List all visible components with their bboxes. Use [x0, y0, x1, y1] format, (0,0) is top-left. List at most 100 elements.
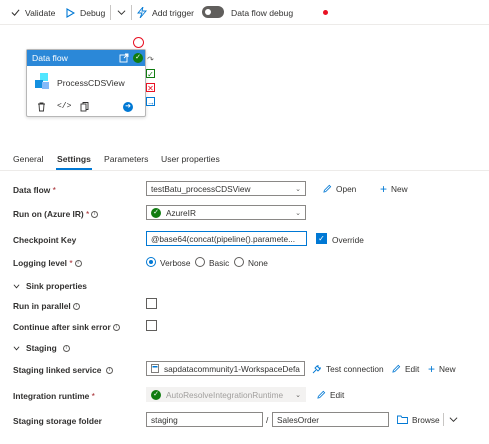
- override-checkbox[interactable]: ✓: [316, 233, 327, 244]
- success-check-icon: ✓: [151, 207, 161, 218]
- run-on-select[interactable]: ✓ AzureIR ⌄: [146, 205, 306, 220]
- info-icon: i: [112, 324, 120, 332]
- arrow-right-icon[interactable]: ➜: [123, 102, 133, 112]
- browse-divider: [443, 413, 444, 426]
- checkpoint-key-label: Checkpoint Key: [13, 235, 77, 245]
- debug-dropdown-button[interactable]: [117, 0, 126, 25]
- staging-toggle[interactable]: Staging i: [13, 343, 70, 353]
- checkmark-icon: [11, 9, 20, 16]
- run-in-parallel-label: Run in parallel i: [13, 301, 80, 311]
- edit-label: Edit: [330, 389, 345, 400]
- validate-label: Validate: [25, 7, 56, 18]
- play-icon: [66, 7, 75, 18]
- active-tab-indicator: [56, 168, 92, 170]
- integration-runtime-select: ✓ AutoResolveIntegrationRuntime ⌄: [146, 387, 306, 402]
- validate-button[interactable]: Validate: [11, 0, 55, 25]
- continue-after-sink-error-checkbox[interactable]: [146, 320, 157, 331]
- test-connection-button[interactable]: Test connection: [312, 361, 384, 376]
- on-failure-icon[interactable]: ✕: [146, 83, 155, 93]
- override-label: Override: [332, 235, 364, 245]
- info-icon: i: [74, 260, 82, 268]
- staging-linked-service-select[interactable]: sapdatacommunity1-WorkspaceDefa: [146, 361, 305, 376]
- staging-label: Staging: [26, 343, 57, 353]
- tab-general[interactable]: General: [13, 154, 44, 164]
- skip-icon[interactable]: ↷: [146, 55, 155, 64]
- sink-properties-toggle[interactable]: Sink properties: [13, 281, 87, 291]
- tab-settings[interactable]: Settings: [57, 154, 91, 164]
- browse-button[interactable]: Browse: [397, 412, 440, 427]
- checkpoint-key-input[interactable]: @base64(concat(pipeline().paramete...: [146, 231, 307, 246]
- chevron-down-icon: [449, 417, 458, 423]
- tab-parameters[interactable]: Parameters: [104, 154, 148, 164]
- run-on-value: AzureIR: [166, 207, 196, 218]
- new-linked-service-button[interactable]: + New: [428, 361, 456, 376]
- chevron-down-icon: ⌄: [295, 186, 301, 193]
- toolbar: Validate Debug Add trigger Data flow deb…: [0, 0, 489, 25]
- data-flow-icon: [35, 73, 49, 89]
- staging-folder-value: SalesOrder: [277, 414, 319, 425]
- data-flow-select[interactable]: testBatu_processCDSView ⌄: [146, 181, 306, 196]
- test-connection-label: Test connection: [326, 363, 384, 374]
- logging-verbose-radio[interactable]: [146, 257, 156, 267]
- continue-after-sink-error-label: Continue after sink error i: [13, 322, 120, 332]
- run-in-parallel-checkbox[interactable]: [146, 298, 157, 309]
- activity-header-label: Data flow: [32, 53, 68, 63]
- edit-linked-service-button[interactable]: Edit: [392, 361, 419, 376]
- new-label: New: [391, 183, 408, 194]
- delete-icon[interactable]: [37, 102, 46, 112]
- staging-container-input[interactable]: staging: [146, 412, 263, 427]
- info-icon: i: [105, 367, 113, 375]
- new-data-flow-button[interactable]: + New: [380, 181, 408, 196]
- data-flow-debug-label: Data flow debug: [231, 7, 294, 18]
- staging-folder-input[interactable]: SalesOrder: [272, 412, 389, 427]
- logging-none-label: None: [248, 258, 268, 268]
- tab-user-properties[interactable]: User properties: [161, 154, 220, 164]
- code-icon[interactable]: </>: [57, 102, 71, 111]
- sink-properties-label: Sink properties: [26, 281, 87, 291]
- plus-icon: +: [428, 361, 436, 376]
- pencil-icon: [392, 364, 401, 373]
- folder-icon: [397, 415, 408, 424]
- activity-name: ProcessCDSView: [57, 78, 125, 88]
- info-icon: i: [72, 303, 80, 311]
- logging-basic-label: Basic: [209, 258, 230, 268]
- plug-icon: [312, 364, 321, 373]
- success-check-icon: ✓: [151, 389, 161, 400]
- on-success-icon[interactable]: ✓: [146, 69, 155, 79]
- info-icon: i: [62, 344, 70, 352]
- success-check-icon: ✓: [133, 53, 143, 63]
- pencil-icon: [323, 184, 332, 193]
- data-flow-activity[interactable]: Data flow ✓ ProcessCDSView </> ➜: [26, 49, 146, 117]
- chevron-down-icon: [13, 283, 20, 288]
- add-trigger-button[interactable]: Add trigger: [137, 0, 194, 25]
- checkpoint-key-value: @base64(concat(pipeline().paramete...: [151, 233, 296, 244]
- integration-runtime-value: AutoResolveIntegrationRuntime: [166, 389, 284, 400]
- staging-linked-service-value: sapdatacommunity1-WorkspaceDefa: [164, 363, 300, 374]
- chevron-down-icon: ⌄: [295, 210, 301, 217]
- logging-level-label: Logging level * i: [13, 258, 82, 268]
- error-circle-icon: [133, 37, 144, 48]
- browse-dropdown-button[interactable]: [449, 412, 458, 427]
- debug-button[interactable]: Debug: [66, 0, 105, 25]
- toggle-knob: [205, 9, 211, 15]
- open-data-flow-button[interactable]: Open: [323, 181, 356, 196]
- properties-tabs: General Settings Parameters User propert…: [0, 151, 489, 171]
- data-flow-debug-toggle[interactable]: [202, 6, 224, 18]
- copy-icon[interactable]: [80, 102, 89, 112]
- logging-none-radio[interactable]: [234, 257, 244, 267]
- toolbar-divider: [110, 5, 111, 20]
- new-label: New: [439, 363, 456, 374]
- open-external-icon[interactable]: [119, 53, 129, 63]
- edit-label: Edit: [405, 363, 420, 374]
- chevron-down-icon: [117, 10, 126, 16]
- staging-linked-service-label: Staging linked service i: [13, 365, 113, 375]
- edit-integration-runtime-button[interactable]: Edit: [317, 387, 344, 402]
- data-flow-value: testBatu_processCDSView: [151, 183, 251, 194]
- chevron-down-icon: [13, 345, 20, 350]
- toolbar-divider: [131, 5, 132, 20]
- staging-container-value: staging: [151, 414, 178, 425]
- on-completion-icon[interactable]: →: [146, 97, 155, 107]
- info-icon: i: [91, 211, 99, 219]
- chevron-down-icon: ⌄: [295, 392, 301, 399]
- logging-basic-radio[interactable]: [195, 257, 205, 267]
